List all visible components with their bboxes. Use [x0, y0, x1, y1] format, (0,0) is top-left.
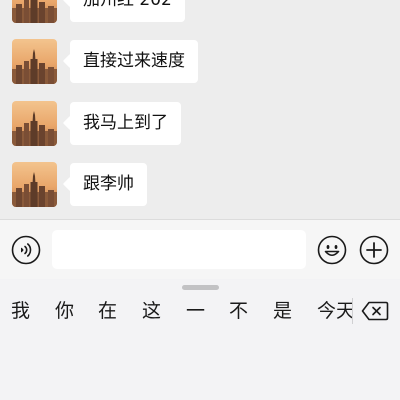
- message-bubble[interactable]: 加州红 202: [70, 0, 185, 22]
- city-skyline-avatar-icon: [12, 39, 57, 84]
- city-skyline-avatar-icon: [12, 101, 57, 146]
- avatar[interactable]: [12, 0, 57, 23]
- avatar[interactable]: [12, 101, 57, 146]
- candidate-word[interactable]: 在: [98, 297, 117, 325]
- message-list[interactable]: 加州红 202 直接过来速度 我马上到了 跟李帅: [0, 0, 400, 220]
- emoji-button[interactable]: [317, 235, 347, 265]
- candidate-word[interactable]: 是: [273, 297, 292, 325]
- keyboard: 我 你 在 这 一 不 是 今天: [0, 279, 400, 400]
- message-bubble[interactable]: 我马上到了: [70, 102, 181, 145]
- keyboard-drag-handle[interactable]: [182, 285, 219, 290]
- avatar[interactable]: [12, 39, 57, 84]
- candidate-word[interactable]: 这: [142, 297, 161, 325]
- message-text: 跟李帅: [83, 174, 134, 194]
- message-text: 直接过来速度: [83, 51, 185, 71]
- avatar[interactable]: [12, 162, 57, 207]
- candidate-word[interactable]: 我: [11, 297, 30, 325]
- message-bubble[interactable]: 直接过来速度: [70, 40, 198, 83]
- candidate-word[interactable]: 你: [55, 297, 74, 325]
- candidate-divider: [352, 298, 353, 324]
- candidate-word[interactable]: 一: [186, 297, 205, 325]
- emoji-icon: [317, 235, 347, 265]
- candidate-bar: 我 你 在 这 一 不 是 今天: [0, 297, 352, 325]
- city-skyline-avatar-icon: [12, 162, 57, 207]
- more-functions-button[interactable]: [359, 235, 389, 265]
- voice-input-button[interactable]: [11, 235, 41, 265]
- chat-screen: 加州红 202 直接过来速度 我马上到了 跟李帅 我 你 在 这 一 不 是 今…: [0, 0, 400, 400]
- candidate-word[interactable]: 不: [229, 297, 248, 325]
- backspace-icon: [361, 301, 389, 321]
- message-text: 我马上到了: [83, 113, 168, 133]
- message-input-bar: [0, 219, 400, 279]
- message-text: 加州红 202: [83, 0, 172, 10]
- candidate-word[interactable]: 今天: [317, 297, 352, 325]
- voice-mode-icon: [11, 235, 41, 265]
- message-bubble[interactable]: 跟李帅: [70, 163, 147, 206]
- message-text-input[interactable]: [52, 230, 306, 269]
- plus-circle-icon: [359, 235, 389, 265]
- delete-key[interactable]: [360, 299, 390, 323]
- city-skyline-avatar-icon: [12, 0, 57, 23]
